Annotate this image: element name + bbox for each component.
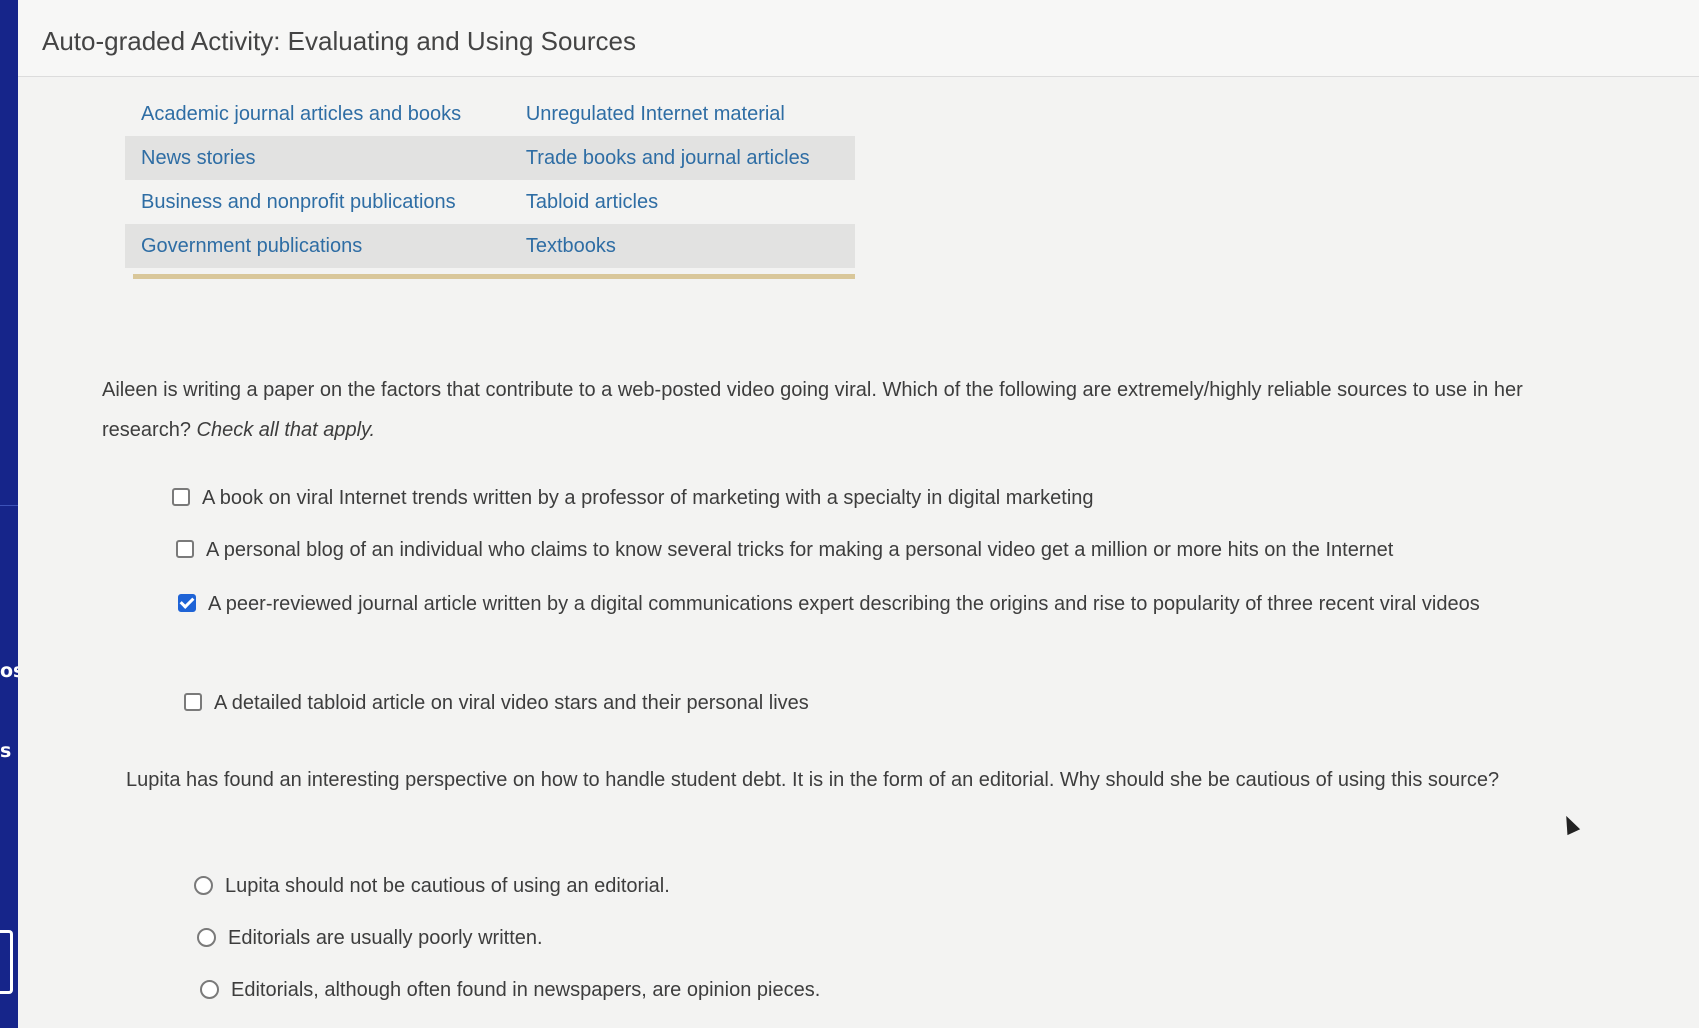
radio-button[interactable] <box>200 980 219 999</box>
q1-option-2-label: A personal blog of an individual who cla… <box>206 539 1394 561</box>
table-cell: Business and nonprofit publications <box>141 190 456 213</box>
q2-option-1-label: Lupita should not be cautious of using a… <box>225 875 670 897</box>
main-content: Auto-graded Activity: Evaluating and Usi… <box>18 0 1699 1028</box>
q1-option-4[interactable]: A detailed tabloid article on viral vide… <box>184 683 1534 723</box>
q1-option-4-label: A detailed tabloid article on viral vide… <box>214 692 809 714</box>
q1-option-3-label: A peer-reviewed journal article written … <box>208 593 1480 615</box>
table-cell: Trade books and journal articles <box>509 136 855 180</box>
q1-option-2[interactable]: A personal blog of an individual who cla… <box>176 530 1526 570</box>
checkbox[interactable] <box>184 693 202 711</box>
table-cell: Unregulated Internet material <box>525 102 785 125</box>
page-title: Auto-graded Activity: Evaluating and Usi… <box>42 26 637 56</box>
q2-option-2-label: Editorials are usually poorly written. <box>228 927 543 949</box>
question-2-text: Lupita has found an interesting perspect… <box>126 769 1500 791</box>
rail-label-2[interactable]: s <box>0 740 11 762</box>
q2-option-1[interactable]: Lupita should not be cautious of using a… <box>194 866 1394 906</box>
table-row: News stories Trade books and journal art… <box>125 136 855 180</box>
checkbox-checked[interactable] <box>178 594 196 612</box>
q2-option-2[interactable]: Editorials are usually poorly written. <box>197 918 1397 958</box>
table-bottom-rule <box>133 274 855 279</box>
sources-table: Academic journal articles and books Unre… <box>125 92 855 268</box>
table-cell: Academic journal articles and books <box>141 102 462 125</box>
q1-option-3[interactable]: A peer-reviewed journal article written … <box>178 584 1528 624</box>
table-cell: Textbooks <box>509 224 855 268</box>
radio-button[interactable] <box>197 928 216 947</box>
checkbox[interactable] <box>176 540 194 558</box>
rail-strip <box>0 0 18 1028</box>
table-row: Business and nonprofit publications Tabl… <box>125 180 855 224</box>
q2-option-3-label: Editorials, although often found in news… <box>231 979 821 1001</box>
table-row: Government publications Textbooks <box>125 224 855 268</box>
rail-bracket-icon[interactable] <box>0 930 13 994</box>
question-1-prompt: Aileen is writing a paper on the factors… <box>102 370 1562 450</box>
table-cell: Tabloid articles <box>525 190 659 213</box>
table-cell: Government publications <box>125 224 510 268</box>
question-2-prompt: Lupita has found an interesting perspect… <box>126 760 1566 800</box>
page-header: Auto-graded Activity: Evaluating and Usi… <box>18 0 1699 77</box>
checkbox[interactable] <box>172 488 190 506</box>
question-1-instruction: Check all that apply. <box>196 419 376 441</box>
radio-button[interactable] <box>194 876 213 895</box>
q1-option-1-label: A book on viral Internet trends written … <box>202 487 1094 509</box>
q1-option-1[interactable]: A book on viral Internet trends written … <box>172 478 1522 518</box>
table-row: Academic journal articles and books Unre… <box>125 92 855 136</box>
table-cell: News stories <box>125 136 510 180</box>
q2-option-3[interactable]: Editorials, although often found in news… <box>200 970 1400 1010</box>
